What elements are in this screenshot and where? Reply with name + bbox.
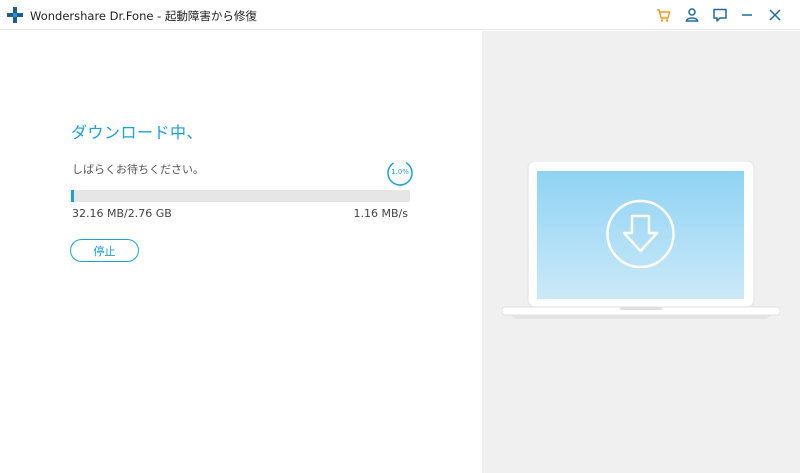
progress-percent: 1.0% (391, 168, 409, 176)
downloaded-size: 32.16 MB/2.76 GB (72, 207, 172, 220)
cart-icon[interactable] (655, 7, 671, 23)
title-bar: Wondershare Dr.Fone - 起動障害から修復 (0, 0, 800, 30)
drfone-plus-icon (7, 7, 23, 23)
illustration-panel (482, 31, 800, 473)
download-speed: 1.16 MB/s (353, 207, 408, 220)
wait-message: しばらくお待ちください。 (72, 163, 204, 176)
close-icon[interactable] (767, 7, 783, 23)
stop-button[interactable]: 停止 (70, 239, 139, 262)
feedback-icon[interactable] (712, 7, 728, 23)
minimize-icon[interactable] (739, 7, 755, 23)
user-icon[interactable] (684, 7, 700, 23)
progress-bar-fill (71, 190, 75, 202)
window-title: Wondershare Dr.Fone - 起動障害から修復 (30, 9, 257, 23)
progress-bar (71, 190, 410, 202)
download-heading: ダウンロード中、 (71, 123, 204, 142)
laptop-illustration (502, 161, 780, 319)
